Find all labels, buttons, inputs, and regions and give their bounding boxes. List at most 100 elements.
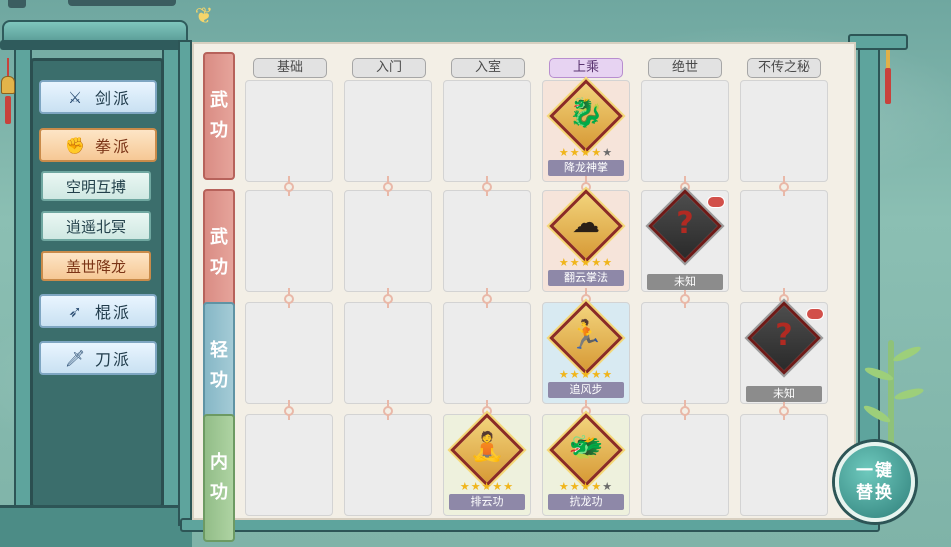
fist-icon: ✊ — [65, 135, 87, 155]
question-mark-icon: ? — [775, 318, 793, 353]
replace-button-line1: 一键 — [856, 461, 894, 481]
sidebar-roof-trim — [0, 40, 190, 50]
col-header-entry: 入门 — [352, 58, 426, 78]
skill-name: 排云功 — [449, 494, 525, 510]
connector — [284, 176, 294, 196]
butterfly-icon: ❦ — [194, 4, 214, 29]
scroll-rod-bottom — [180, 518, 880, 532]
skill-name: 未知 — [746, 386, 822, 402]
connector — [383, 176, 393, 196]
skill-card-kanglong[interactable]: 🐲 ★★★★★ 抗龙功 — [542, 413, 630, 514]
col-header-peerless: 绝世 — [648, 58, 722, 78]
school-tab-fist[interactable]: ✊ 拳派 — [39, 128, 157, 162]
skill-stars: ★★★★★ — [558, 368, 614, 381]
connector — [284, 400, 294, 420]
scroll-cap-right — [848, 34, 908, 50]
top-corner-fragment — [8, 0, 26, 8]
skill-card-unknown[interactable]: ? 未知 — [641, 189, 729, 290]
skill-name: 抗龙功 — [548, 494, 624, 510]
sub-tab-label: 盖世降龙 — [65, 257, 126, 276]
sub-tab-kongming[interactable]: 空明互搏 — [41, 171, 151, 201]
col-header-secret: 不传之秘 — [747, 58, 821, 78]
sidebar-base — [0, 505, 192, 547]
connector — [680, 400, 690, 420]
blade-icon: 🗡 — [64, 348, 88, 368]
row-label-martial-2: 武功 — [203, 189, 235, 317]
skill-stars: ★★★★★ — [558, 480, 614, 493]
skill-slot[interactable] — [245, 414, 333, 516]
skill-slot[interactable] — [245, 190, 333, 292]
skill-slot[interactable] — [443, 190, 531, 292]
tassel-icon — [884, 50, 892, 106]
school-tab-blade[interactable]: 🗡 刀派 — [39, 341, 157, 375]
skill-slot[interactable] — [344, 190, 432, 292]
sub-tab-label: 逍遥北冥 — [65, 217, 126, 236]
skill-card-zhuifeng[interactable]: 🏃 ★★★★★ 追风步 — [542, 301, 630, 402]
connector — [680, 288, 690, 308]
school-tab-label: 棍派 — [94, 303, 131, 322]
sub-tab-xiaoyao[interactable]: 逍遥北冥 — [41, 211, 151, 241]
skill-stars: ★★★★★ — [558, 146, 614, 159]
skill-slot[interactable] — [641, 80, 729, 182]
skill-slot[interactable] — [443, 80, 531, 182]
connector — [779, 400, 789, 420]
bell-icon — [0, 58, 16, 128]
one-click-replace-button[interactable]: 一键 替换 — [835, 442, 915, 522]
row-label-internal: 内功 — [203, 414, 235, 542]
skill-card-paiyun[interactable]: 🧘 ★★★★★ 排云功 — [443, 413, 531, 514]
skill-stars: ★★★★★ — [558, 256, 614, 269]
dragon-guard-icon: 🐲 — [568, 430, 604, 463]
staff-icon: ➶ — [68, 301, 84, 321]
skill-slot[interactable] — [344, 414, 432, 516]
connector — [383, 288, 393, 308]
col-header-superior: 上乘 — [549, 58, 623, 78]
dragon-palm-icon: 🐉 — [568, 96, 604, 129]
skill-name: 翻云掌法 — [548, 270, 624, 286]
scroll-rod-left — [178, 40, 192, 526]
connector — [482, 288, 492, 308]
col-header-basic: 基础 — [253, 58, 327, 78]
bamboo-decoration — [862, 340, 925, 450]
skill-name: 降龙神掌 — [548, 160, 624, 176]
sub-tab-label: 空明互搏 — [65, 177, 126, 196]
sub-tab-gaishi[interactable]: 盖世降龙 — [41, 251, 151, 281]
connector — [284, 288, 294, 308]
cloud-palm-icon: ☁ — [572, 206, 600, 239]
meditation-icon: 🧘 — [469, 430, 505, 463]
skill-slot[interactable] — [443, 302, 531, 404]
school-tab-sword[interactable]: ⚔ 剑派 — [39, 80, 157, 114]
connector — [482, 176, 492, 196]
skill-stars: ★★★★★ — [459, 480, 515, 493]
connector — [779, 176, 789, 196]
connector — [383, 400, 393, 420]
replace-button-line2: 替换 — [856, 483, 894, 503]
wind-step-icon: 🏃 — [568, 318, 604, 351]
skill-slot[interactable] — [641, 414, 729, 516]
question-mark-icon: ? — [676, 206, 694, 241]
row-label-lightness: 轻功 — [203, 302, 235, 430]
skill-slot[interactable] — [344, 302, 432, 404]
skill-slot[interactable] — [641, 302, 729, 404]
school-sidebar — [30, 58, 164, 508]
skill-card-unknown[interactable]: ? 未知 — [740, 301, 828, 402]
school-tab-staff[interactable]: ➶ 棍派 — [39, 294, 157, 328]
skill-slot[interactable] — [740, 414, 828, 516]
skill-slot[interactable] — [245, 302, 333, 404]
col-header-inner: 入室 — [451, 58, 525, 78]
skill-slot[interactable] — [245, 80, 333, 182]
row-label-martial-1: 武功 — [203, 52, 235, 180]
school-tab-label: 剑派 — [94, 89, 131, 108]
lock-icon — [806, 308, 824, 320]
skill-name: 未知 — [647, 274, 723, 290]
skill-card-fanyun[interactable]: ☁ ★★★★★ 翻云掌法 — [542, 189, 630, 290]
sword-icon: ⚔ — [67, 87, 85, 107]
school-tab-label: 刀派 — [94, 350, 131, 369]
skill-slot[interactable] — [740, 80, 828, 182]
skill-slot[interactable] — [344, 80, 432, 182]
skill-card-xianglong[interactable]: 🐉 ★★★★★ 降龙神掌 — [542, 79, 630, 180]
skill-slot[interactable] — [740, 190, 828, 292]
skill-name: 追风步 — [548, 382, 624, 398]
school-tab-label: 拳派 — [94, 137, 131, 156]
top-bar-fragment — [68, 0, 176, 6]
lock-icon — [707, 196, 725, 208]
